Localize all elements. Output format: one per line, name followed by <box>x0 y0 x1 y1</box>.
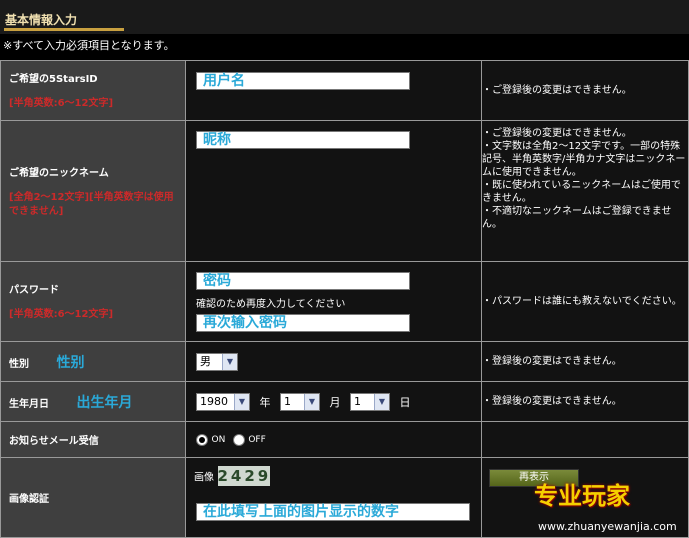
row-password: パスワード [半角英数:6～12文字] 密码 確認のため再度入力してください 再… <box>0 261 689 342</box>
day-select[interactable]: 1 ▼ <box>350 392 390 411</box>
password-label: パスワード <box>9 285 59 296</box>
row-newsletter: お知らせメール受信 ON OFF <box>0 421 689 458</box>
captcha-image: 2429 <box>217 466 272 486</box>
captcha-image-label: 画像 <box>194 472 214 484</box>
nickname-hint: [全角2～12文字][半角英数字は使用できません] <box>9 191 174 217</box>
captcha-image-wrap: 画像 2429 <box>194 466 270 486</box>
row-id: ご希望の5StarsID [半角英数:6～12文字] 用户名 ・ご登録後の変更は… <box>0 60 689 121</box>
day-unit: 日 <box>399 395 411 409</box>
newsletter-off-label: OFF <box>248 435 266 445</box>
captcha-label: 画像認証 <box>9 494 49 505</box>
birthday-label: 生年月日 <box>9 398 49 410</box>
password-note: ・パスワードは誰にも教えないでください。 <box>481 261 689 342</box>
watermark-logo-text: 专业玩家 <box>534 481 630 510</box>
input-cell: 用户名 <box>185 60 482 121</box>
row-nickname: ご希望のニックネーム [全角2～12文字][半角英数字は使用できません] 昵称 … <box>0 120 689 262</box>
newsletter-on-radio[interactable] <box>196 434 208 446</box>
label-cell: ご希望のニックネーム [全角2～12文字][半角英数字は使用できません] <box>0 120 186 262</box>
required-note: ※すべて入力必須項目となります。 <box>3 39 175 52</box>
birthday-note: ・登録後の変更はできません。 <box>481 381 689 422</box>
input-cell: 男 ▼ <box>185 341 482 382</box>
birthday-cn-label: 出生年月 <box>76 394 133 411</box>
year-select-value: 1980 <box>200 394 228 408</box>
chevron-down-icon: ▼ <box>234 393 249 410</box>
input-cell: 密码 確認のため再度入力してください 再次输入密码 <box>185 261 482 342</box>
gender-select-value: 男 <box>200 354 211 368</box>
password-hint: [半角英数:6～12文字] <box>9 309 114 320</box>
day-select-value: 1 <box>354 394 361 408</box>
watermark-logo: 专业玩家 www.zhuanyewanjia.com <box>528 468 688 536</box>
section-title: 基本情報入力 <box>5 13 78 27</box>
input-cell: ON OFF <box>185 421 482 458</box>
month-select[interactable]: 1 ▼ <box>280 392 320 411</box>
label-cell: ご希望の5StarsID [半角英数:6～12文字] <box>0 60 186 121</box>
id-hint: [半角英数:6～12文字] <box>9 98 114 109</box>
gender-note: ・登録後の変更はできません。 <box>481 341 689 382</box>
row-birthday: 生年月日 出生年月 1980 ▼ 年 1 ▼ 月 1 ▼ 日 ・登録後の変更はで… <box>0 381 689 422</box>
year-unit: 年 <box>259 395 271 409</box>
id-label: ご希望の5StarsID <box>9 74 98 85</box>
section-header: 基本情報入力 <box>0 0 689 34</box>
row-gender: 性別 性别 男 ▼ ・登録後の変更はできません。 <box>0 341 689 382</box>
label-cell: パスワード [半角英数:6～12文字] <box>0 261 186 342</box>
title-underline <box>4 28 124 31</box>
password-confirm-text: 確認のため再度入力してください <box>196 299 346 310</box>
newsletter-note <box>481 421 689 458</box>
label-cell: 生年月日 出生年月 <box>0 381 186 422</box>
gender-select[interactable]: 男 ▼ <box>196 352 238 371</box>
year-select[interactable]: 1980 ▼ <box>196 392 250 411</box>
newsletter-label: お知らせメール受信 <box>9 436 99 447</box>
password-input[interactable]: 密码 <box>196 272 410 290</box>
id-note: ・ご登録後の変更はできません。 <box>481 60 689 121</box>
newsletter-on-label: ON <box>211 435 226 445</box>
gender-label: 性別 <box>9 358 29 370</box>
newsletter-off-radio[interactable] <box>232 434 245 446</box>
registration-form: ご希望の5StarsID [半角英数:6～12文字] 用户名 ・ご登録後の変更は… <box>0 60 689 538</box>
label-cell: 性別 性别 <box>0 341 186 382</box>
month-unit: 月 <box>329 395 341 409</box>
nickname-label: ご希望のニックネーム <box>9 167 109 179</box>
label-cell: 画像認証 <box>0 457 186 538</box>
nickname-input[interactable]: 昵称 <box>196 131 410 149</box>
gender-cn-label: 性别 <box>56 354 85 371</box>
month-select-value: 1 <box>284 394 291 408</box>
input-cell: 昵称 <box>185 120 482 262</box>
captcha-input[interactable]: 在此填写上面的图片显示的数字 <box>196 503 470 521</box>
label-cell: お知らせメール受信 <box>0 421 186 458</box>
nickname-note: ・ご登録後の変更はできません。 ・文字数は全角2～12文字です。一部の特殊記号、… <box>481 120 689 262</box>
password-confirm-input[interactable]: 再次输入密码 <box>196 314 410 332</box>
watermark-url: www.zhuanyewanjia.com <box>538 520 677 533</box>
chevron-down-icon: ▼ <box>374 393 389 410</box>
chevron-down-icon: ▼ <box>304 393 319 410</box>
id-input[interactable]: 用户名 <box>196 72 410 90</box>
input-cell: 1980 ▼ 年 1 ▼ 月 1 ▼ 日 <box>185 381 482 422</box>
chevron-down-icon: ▼ <box>222 353 237 370</box>
input-cell: 画像 2429 在此填写上面的图片显示的数字 <box>185 457 482 538</box>
